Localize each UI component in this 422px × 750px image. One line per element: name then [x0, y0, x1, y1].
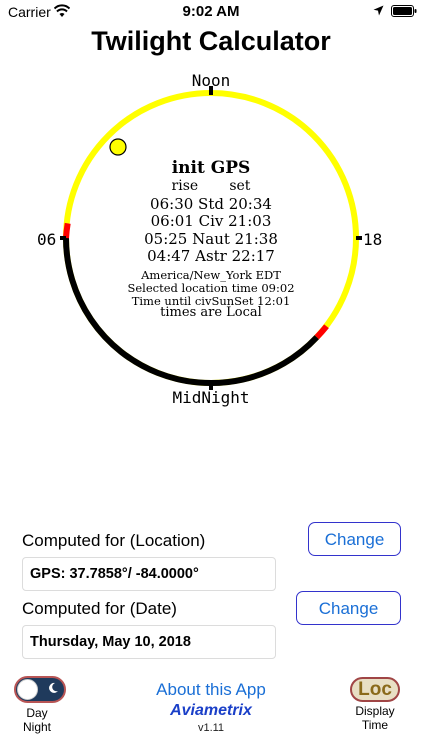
- display-time-label: Display Time: [346, 704, 404, 732]
- loc-time-toggle[interactable]: Loc: [350, 677, 400, 702]
- display-label: Display: [355, 704, 395, 718]
- selected-time-text: Selected location time 09:02: [127, 281, 295, 295]
- twilight-row-astr: 04:47 Astr 22:17: [147, 247, 275, 265]
- date-value-field: Thursday, May 10, 2018: [22, 625, 276, 659]
- change-date-button[interactable]: Change: [296, 591, 401, 625]
- change-location-button[interactable]: Change: [308, 522, 401, 556]
- twilight-row-naut: 05:25 Naut 21:38: [144, 230, 278, 248]
- dial-label-midnight: MidNight: [172, 388, 250, 407]
- timezone-text: America/New_York EDT: [141, 268, 281, 282]
- twilight-row-std: 06:30 Std 20:34: [150, 195, 272, 213]
- location-label: Computed for (Location): [22, 531, 206, 550]
- time-label: Time: [361, 718, 389, 732]
- times-mode-text: times are Local: [160, 305, 262, 320]
- twilight-row-civ: 06:01 Civ 21:03: [150, 212, 272, 230]
- dial-label-noon: Noon: [191, 71, 231, 90]
- dial-heading: init GPS: [171, 158, 251, 178]
- gps-value-field: GPS: 37.7858°/ -84.0000°: [22, 557, 276, 591]
- dial-evening-twilight-arc: [314, 324, 329, 340]
- dial-columns: rise set: [171, 178, 251, 194]
- date-label: Computed for (Date): [22, 599, 177, 618]
- sun-marker: [109, 138, 127, 156]
